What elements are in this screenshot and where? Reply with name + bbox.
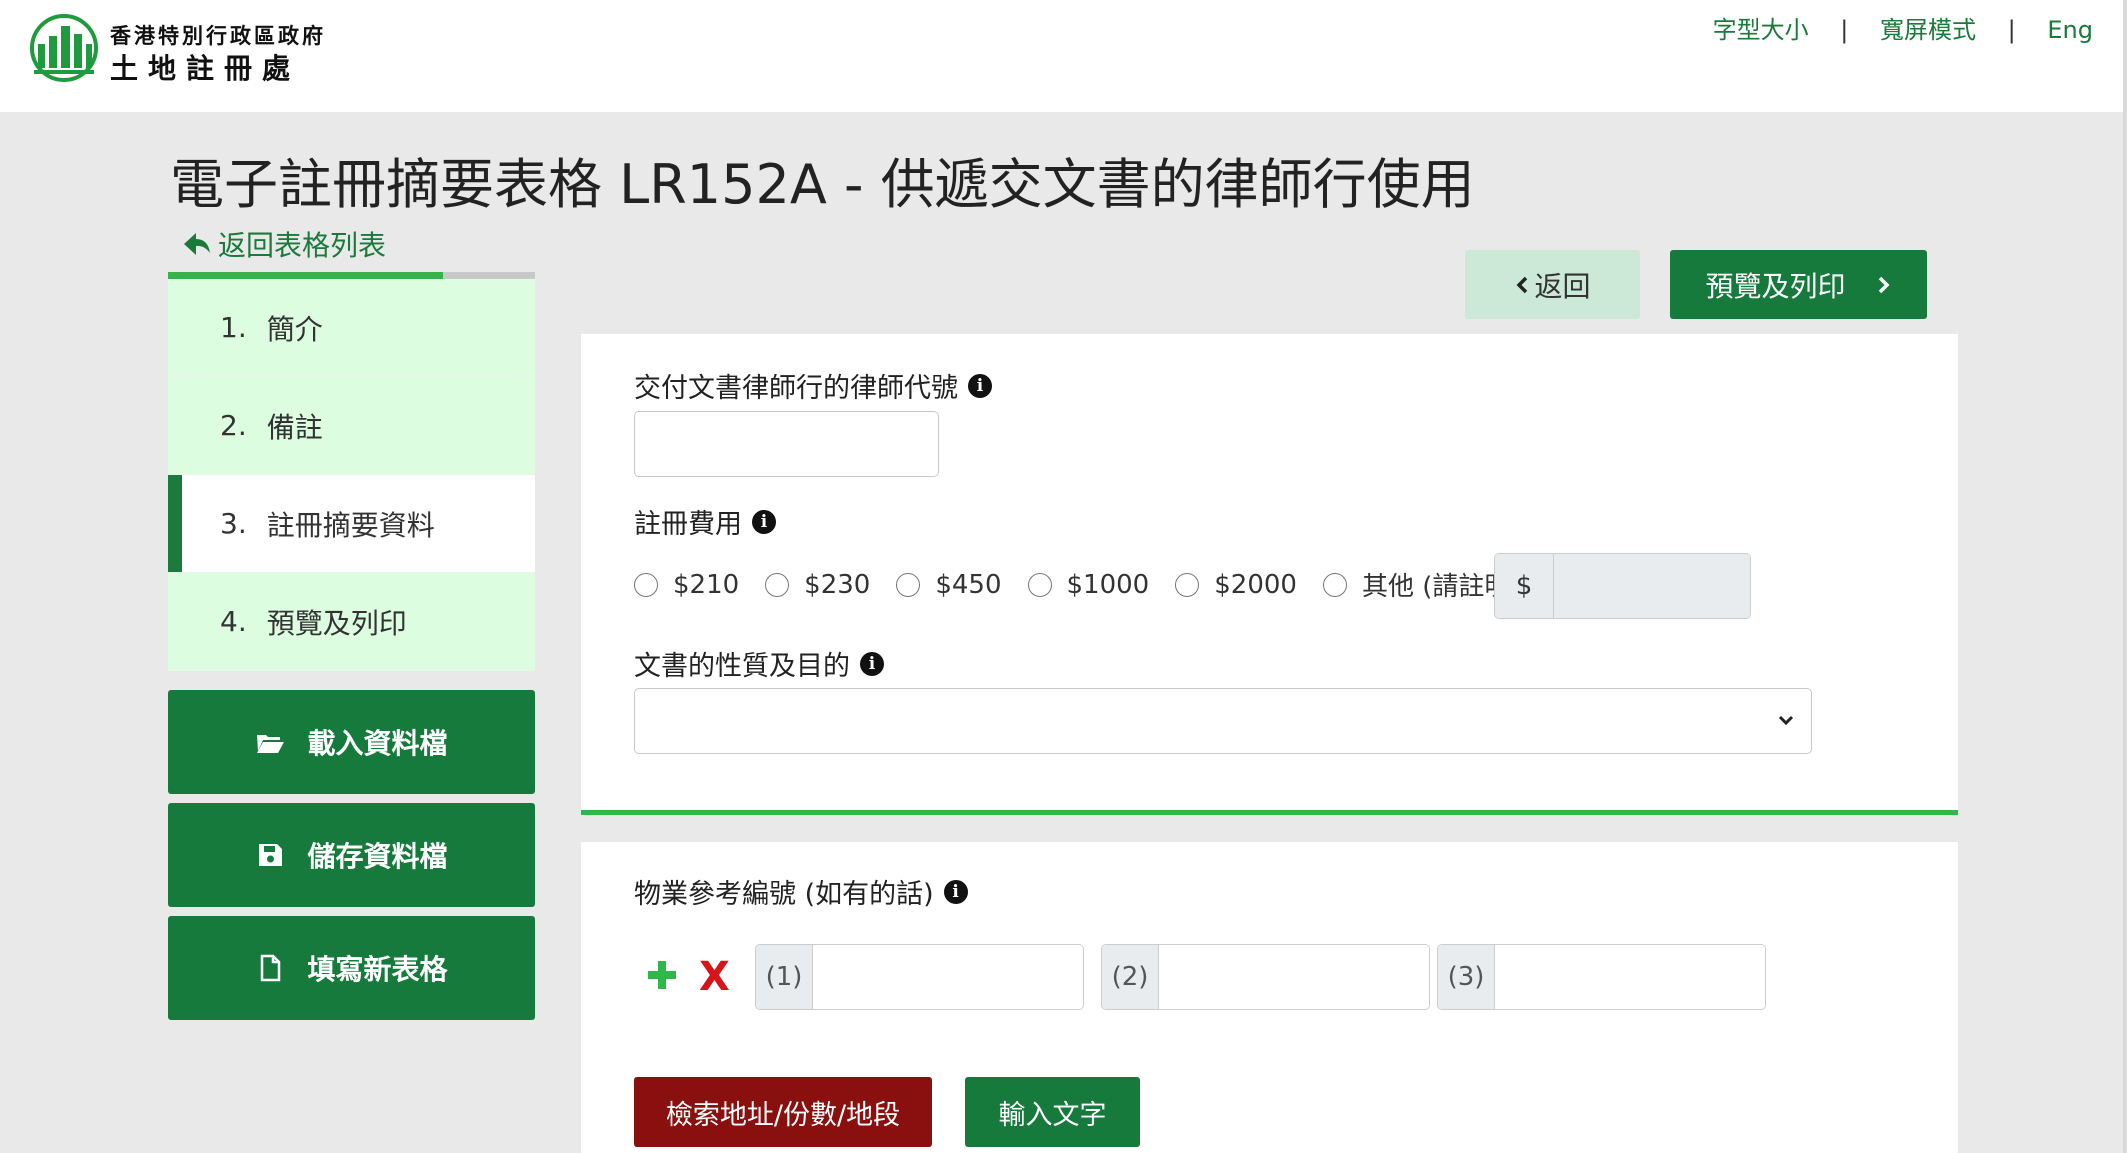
enter-text-button[interactable]: 輸入文字: [965, 1077, 1140, 1147]
back-to-list-link[interactable]: 返回表格列表: [182, 224, 386, 264]
fee-option-450[interactable]: $450: [896, 569, 1002, 600]
step-number: 3.: [220, 507, 247, 540]
search-address-button[interactable]: 檢索地址/份數/地段: [634, 1077, 932, 1147]
info-icon[interactable]: i: [752, 509, 776, 534]
font-size-link[interactable]: 字型大小: [1713, 10, 1809, 45]
page-title: 電子註冊摘要表格 LR152A - 供遞交文書的律師行使用: [170, 153, 1475, 216]
fee-option-230[interactable]: $230: [765, 570, 870, 600]
folder-open-icon: [257, 735, 285, 753]
step-intro[interactable]: 1. 簡介: [168, 279, 535, 377]
step-label: 預覽及列印: [266, 606, 407, 640]
info-icon[interactable]: i: [860, 651, 884, 676]
chevron-left-icon: [1517, 276, 1528, 293]
step-remarks[interactable]: 2. 備註: [168, 377, 535, 475]
step-sidebar: 1. 簡介 2. 備註 3. 註冊摘要資料 4. 預覽及列印: [168, 279, 535, 671]
org-name-large: 土地註冊處: [110, 52, 301, 85]
widescreen-link[interactable]: 寬屏模式: [1880, 10, 1976, 45]
step-number: 1.: [220, 311, 247, 344]
fee-option-other[interactable]: 其他 (請註明): [1322, 566, 1521, 603]
property-ref-input-1[interactable]: (1): [755, 944, 1084, 1010]
save-file-button[interactable]: 儲存資料檔: [168, 803, 535, 907]
preview-print-label: 預覽及列印: [1705, 269, 1846, 303]
info-icon[interactable]: i: [943, 879, 968, 904]
progress-bar: [168, 272, 535, 279]
step-memorial-data[interactable]: 3. 註冊摘要資料: [168, 475, 535, 573]
radio-circle[interactable]: [765, 572, 790, 597]
fee-label: 註冊費用 i: [634, 502, 776, 541]
property-ref-text: 物業參考編號 (如有的話): [634, 879, 934, 910]
preview-print-button[interactable]: 預覽及列印: [1670, 250, 1927, 319]
ref-field[interactable]: [813, 945, 1083, 1009]
top-header: 香港特別行政區政府 土地註冊處 字型大小 | 寬屏模式 | Eng: [0, 0, 2127, 112]
nature-text: 文書的性質及目的: [634, 651, 850, 682]
fee-radio-group: $210 $230 $450 $1000 $2000 其他 (請註明): [634, 566, 1547, 603]
ref-field[interactable]: [1495, 945, 1765, 1009]
radio-circle[interactable]: [1322, 572, 1347, 597]
property-ref-input-3[interactable]: (3): [1437, 944, 1766, 1010]
property-reference-card: 物業參考編號 (如有的話) i X (1) (2) (3) 檢索地址/份數/地段…: [581, 842, 1958, 1153]
currency-addon: $: [1495, 554, 1554, 618]
back-button[interactable]: 返回: [1465, 250, 1640, 319]
step-number: 2.: [220, 409, 247, 442]
ref-prefix: (3): [1438, 945, 1495, 1009]
new-form-label: 填寫新表格: [307, 953, 448, 986]
step-label: 簡介: [266, 312, 323, 346]
fee-text: 註冊費用: [634, 509, 742, 540]
load-file-label: 載入資料檔: [307, 727, 448, 760]
chevron-right-icon: [1878, 276, 1889, 293]
back-label: 返回: [1534, 269, 1591, 303]
ref-field[interactable]: [1159, 945, 1429, 1009]
save-file-label: 儲存資料檔: [307, 840, 448, 873]
page-edge: [2123, 0, 2127, 1153]
top-links: 字型大小 | 寬屏模式 | Eng: [1713, 10, 2093, 45]
separator: |: [1840, 16, 1849, 44]
fee-option-label: $1000: [1066, 569, 1150, 600]
land-registry-logo: [30, 14, 98, 82]
info-icon[interactable]: i: [968, 373, 992, 398]
step-number: 4.: [220, 605, 247, 638]
org-name-small: 香港特別行政區政府: [110, 24, 326, 48]
english-link[interactable]: Eng: [2047, 16, 2093, 44]
fee-option-label: $2000: [1214, 569, 1297, 600]
fee-option-210[interactable]: $210: [634, 570, 739, 600]
firm-code-input[interactable]: [634, 411, 939, 477]
radio-circle[interactable]: [896, 572, 921, 597]
radio-circle[interactable]: [1027, 572, 1052, 597]
radio-circle[interactable]: [1175, 572, 1200, 597]
progress-fill: [168, 272, 444, 279]
step-label: 備註: [266, 410, 323, 444]
nature-label: 文書的性質及目的 i: [634, 644, 884, 683]
property-ref-label: 物業參考編號 (如有的話) i: [634, 872, 968, 911]
property-ref-input-2[interactable]: (2): [1101, 944, 1430, 1010]
radio-circle[interactable]: [634, 572, 658, 597]
ref-prefix: (2): [1102, 945, 1159, 1009]
fee-option-2000[interactable]: $2000: [1175, 570, 1297, 600]
back-to-list-label: 返回表格列表: [218, 229, 387, 262]
firm-code-label: 交付文書律師行的律師代號 i: [634, 366, 992, 405]
other-fee-input-group: $: [1494, 553, 1751, 619]
new-document-icon: [261, 954, 281, 982]
memorial-details-card: 交付文書律師行的律師代號 i 註冊費用 i $210 $230 $450 $10…: [581, 334, 1958, 815]
fee-option-label: $230: [804, 569, 871, 600]
nature-select[interactable]: [634, 688, 1812, 754]
remove-row-icon[interactable]: X: [699, 954, 730, 1000]
separator: |: [2007, 16, 2016, 44]
step-label: 註冊摘要資料: [266, 508, 435, 542]
new-form-button[interactable]: 填寫新表格: [168, 916, 535, 1020]
add-row-icon[interactable]: [645, 958, 679, 992]
fee-option-1000[interactable]: $1000: [1027, 569, 1150, 600]
other-fee-input: [1554, 554, 1750, 618]
back-arrow-icon: [184, 233, 210, 255]
ref-prefix: (1): [756, 945, 813, 1009]
load-file-button[interactable]: 載入資料檔: [168, 690, 535, 794]
step-preview-print[interactable]: 4. 預覽及列印: [168, 573, 535, 671]
fee-option-label: $210: [673, 569, 740, 600]
fee-option-label: $450: [935, 569, 1002, 600]
chevron-down-icon: [1778, 715, 1794, 726]
save-icon: [259, 844, 283, 866]
firm-code-text: 交付文書律師行的律師代號: [634, 373, 958, 404]
